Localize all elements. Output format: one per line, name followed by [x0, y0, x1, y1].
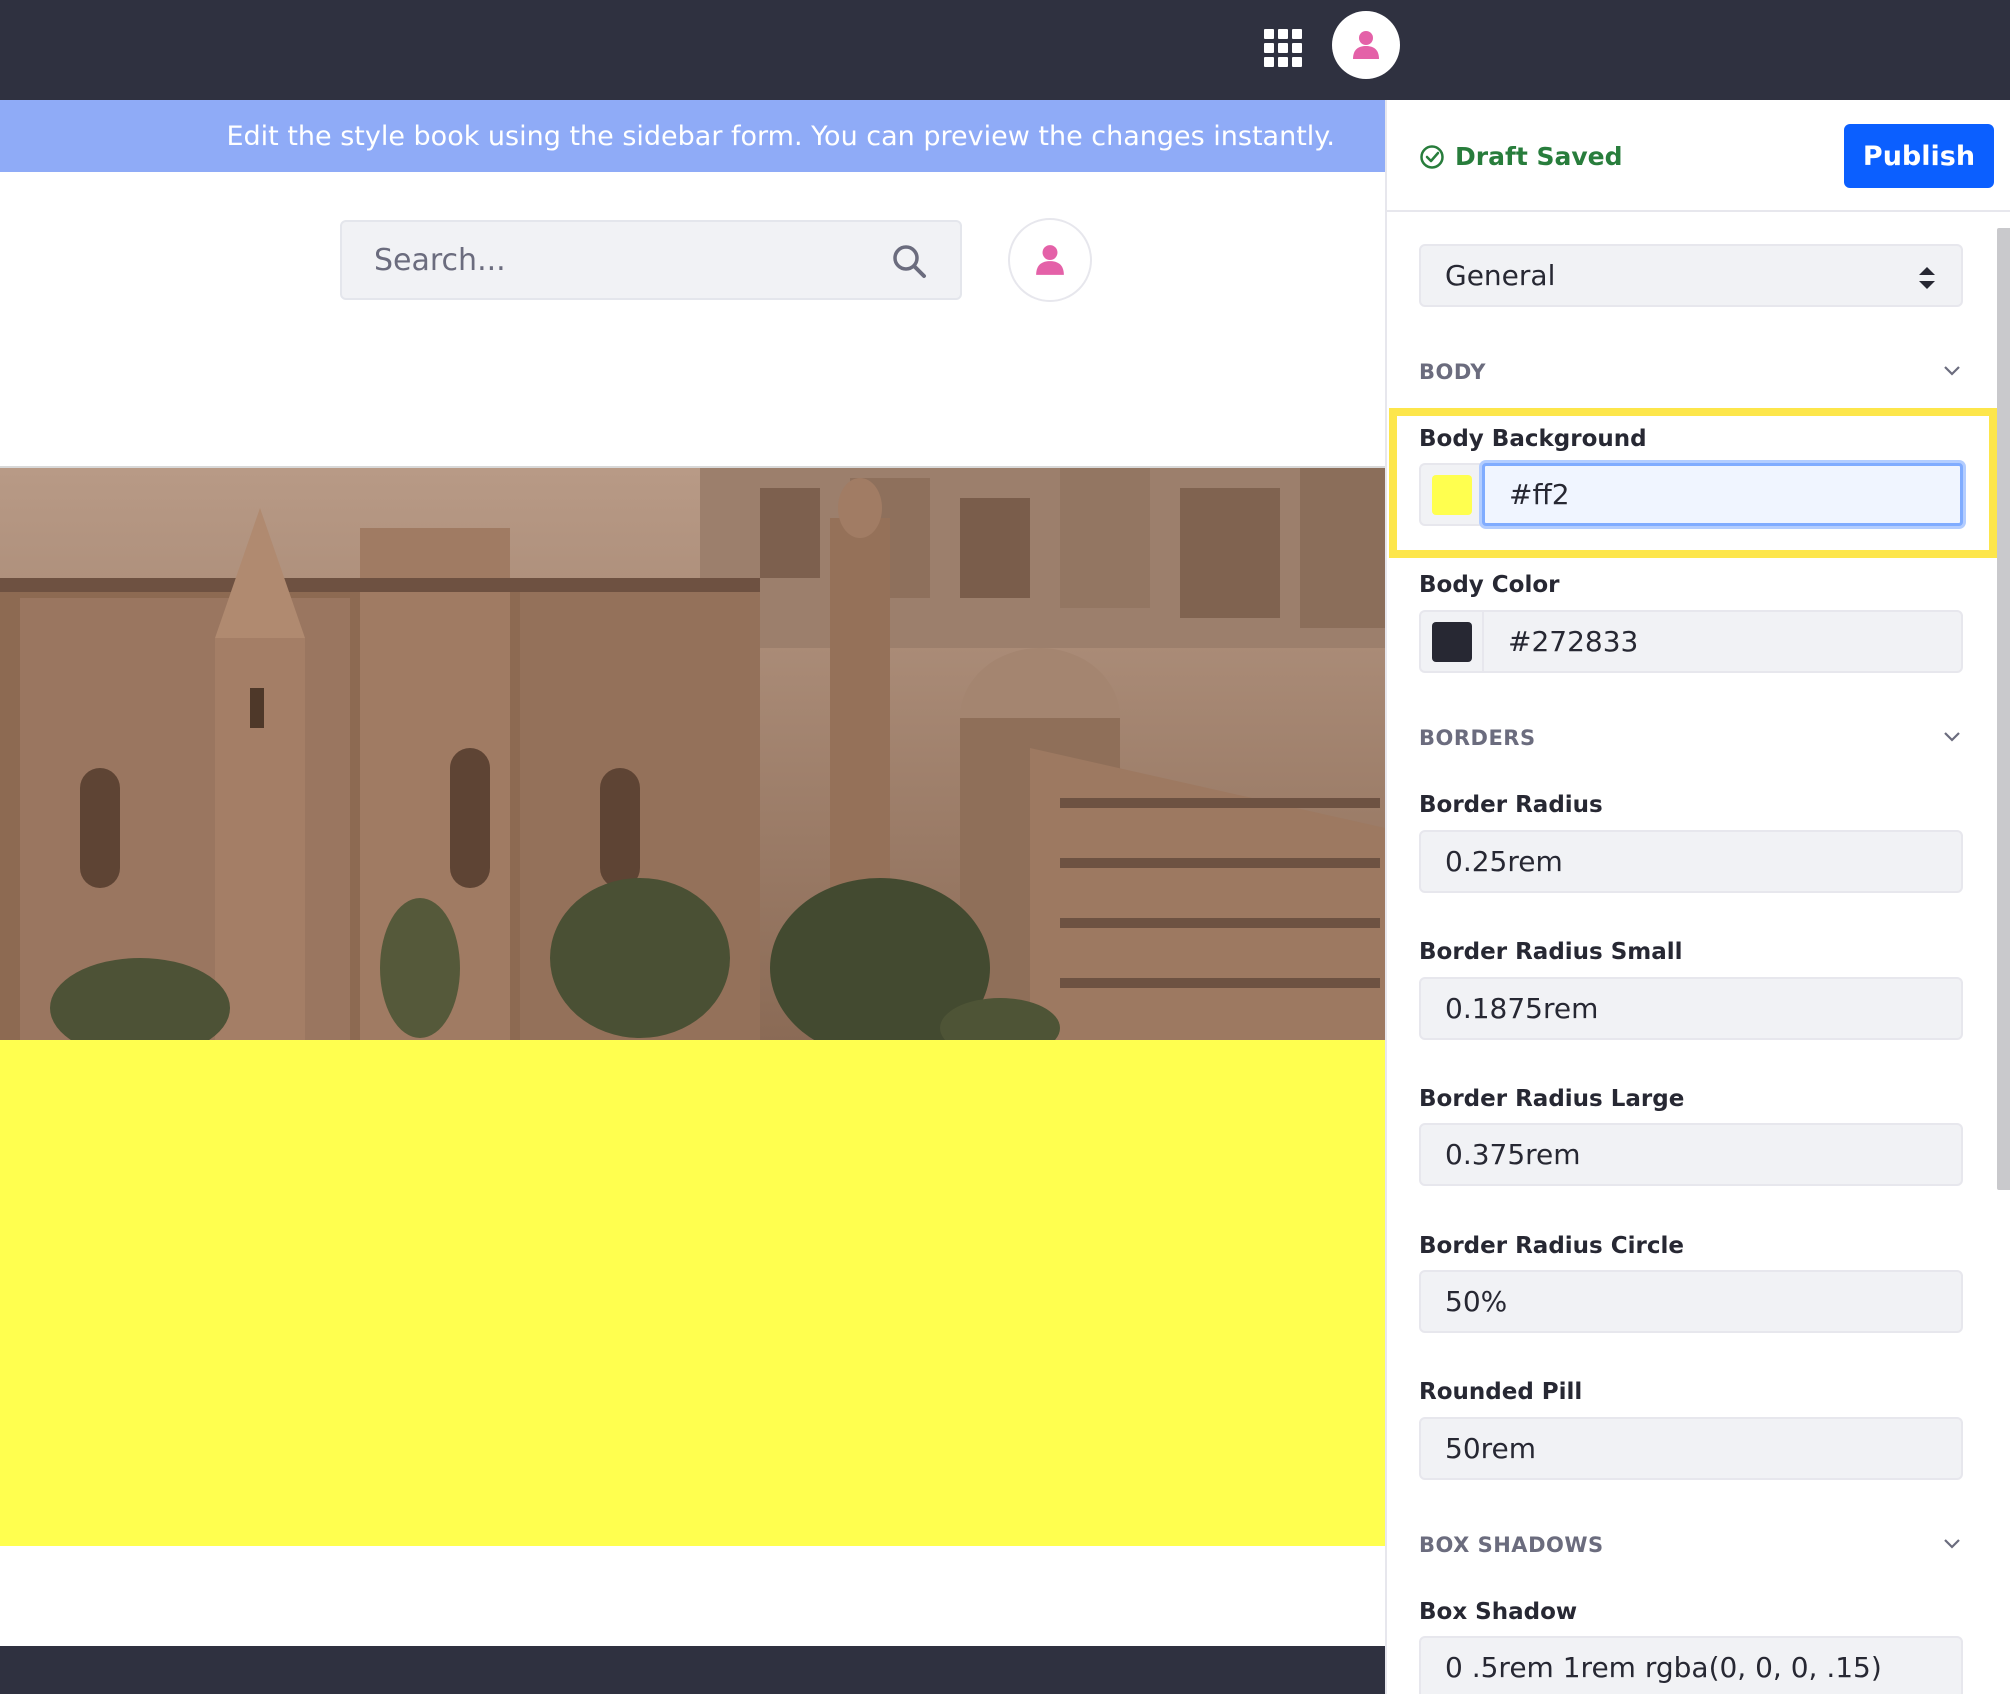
border-radius-circle-label: Border Radius Circle [1419, 1233, 1684, 1259]
body-background-input[interactable] [1482, 463, 1963, 526]
box-shadow-label: Box Shadow [1419, 1599, 1578, 1625]
chevron-down-icon[interactable] [1942, 364, 1962, 378]
chevron-down-icon[interactable] [1942, 1537, 1962, 1551]
publish-button[interactable]: Publish [1844, 124, 1994, 188]
apps-grid-icon[interactable] [1263, 28, 1302, 67]
border-radius-label: Border Radius [1419, 792, 1603, 818]
rounded-pill-label: Rounded Pill [1419, 1379, 1583, 1405]
border-radius-small-input[interactable] [1419, 977, 1963, 1040]
section-title-borders[interactable]: BORDERS [1419, 726, 1536, 750]
top-navigation-bar [0, 0, 2010, 100]
border-radius-small-label: Border Radius Small [1419, 939, 1683, 965]
user-avatar-button[interactable] [1332, 11, 1400, 79]
draft-status-label: Draft Saved [1455, 142, 1623, 171]
border-radius-input[interactable] [1419, 830, 1963, 893]
section-title-box-shadows[interactable]: BOX SHADOWS [1419, 1533, 1604, 1557]
rounded-pill-input[interactable] [1419, 1417, 1963, 1480]
search-bar[interactable] [340, 220, 962, 300]
select-arrows-icon [1919, 267, 1935, 289]
sidebar-scrollbar[interactable] [1997, 228, 2010, 1190]
chevron-down-icon[interactable] [1942, 730, 1962, 744]
user-icon [1353, 31, 1379, 59]
check-circle-icon [1420, 144, 1444, 169]
body-color-label: Body Color [1419, 572, 1560, 598]
preview-footer [0, 1646, 1385, 1694]
body-background-label: Body Background [1419, 426, 1647, 452]
token-group-selected: General [1445, 259, 1556, 292]
search-input[interactable] [342, 222, 960, 298]
sidebar-header: Draft Saved Publish [1387, 100, 2010, 212]
info-banner-text: Edit the style book using the sidebar fo… [226, 120, 1335, 152]
body-color-swatch-button[interactable] [1419, 610, 1482, 673]
border-radius-large-input[interactable] [1419, 1123, 1963, 1186]
body-background-swatch [1431, 474, 1472, 515]
body-background-field [1419, 463, 1963, 526]
body-color-input[interactable] [1482, 610, 1963, 673]
body-color-field [1419, 610, 1963, 673]
section-title-body[interactable]: BODY [1419, 360, 1486, 384]
style-book-sidebar: Draft Saved Publish General BODY Body Ba… [1385, 100, 2010, 1694]
box-shadow-input[interactable] [1419, 1636, 1963, 1694]
body-color-swatch [1431, 621, 1472, 662]
search-icon[interactable] [890, 242, 930, 282]
style-book-preview: Edit the style book using the sidebar fo… [0, 100, 1385, 1694]
token-group-select[interactable]: General [1419, 244, 1963, 307]
draft-status: Draft Saved [1419, 142, 1623, 171]
user-icon [1036, 245, 1064, 275]
body-background-swatch-button[interactable] [1419, 463, 1482, 526]
border-radius-large-label: Border Radius Large [1419, 1086, 1685, 1112]
border-radius-circle-input[interactable] [1419, 1270, 1963, 1333]
body-background-preview [0, 1040, 1385, 1546]
hero-cityscape-image [0, 466, 1385, 1042]
preview-user-avatar[interactable] [1008, 218, 1092, 302]
info-banner: Edit the style book using the sidebar fo… [0, 100, 1385, 172]
